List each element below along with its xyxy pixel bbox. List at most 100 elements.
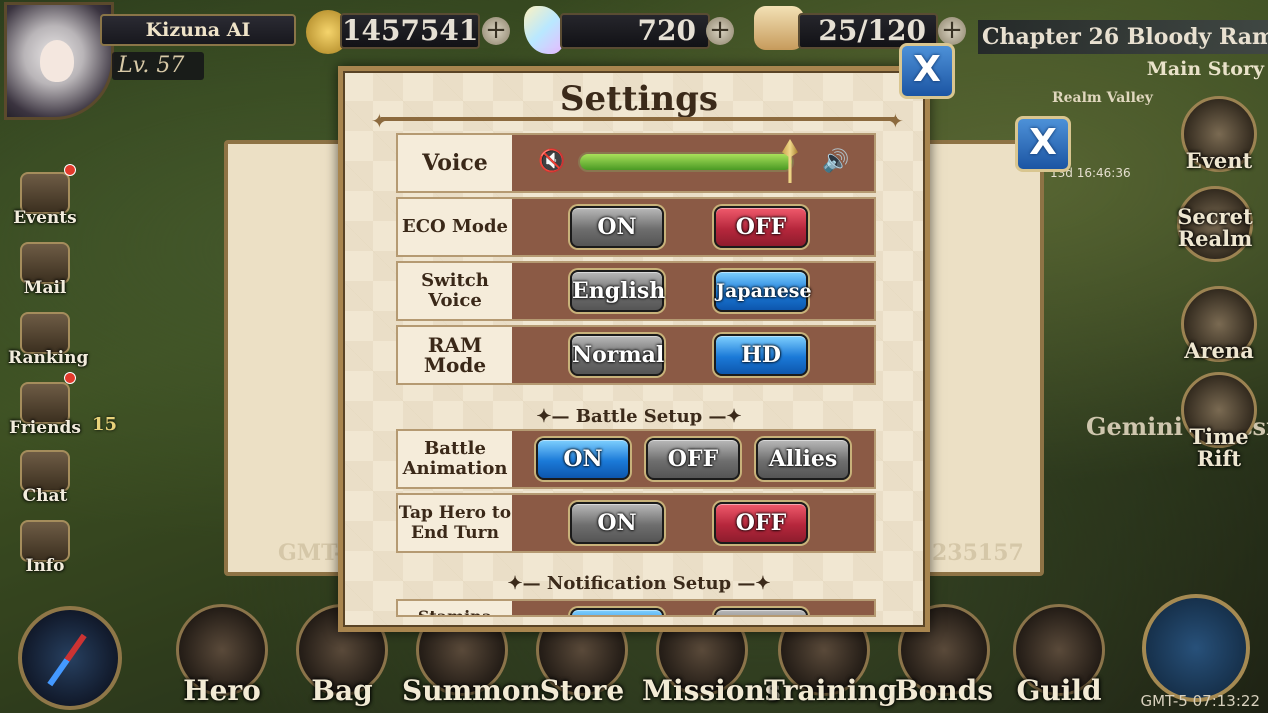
add-gems-button[interactable]: + bbox=[706, 17, 734, 45]
background-close-button[interactable]: X bbox=[1015, 116, 1071, 172]
notification-setup-heading: ✦— Notification Setup —✦ bbox=[343, 573, 935, 594]
friends-notification-dot bbox=[64, 372, 76, 384]
tap-hero-row: Tap Hero to End Turn ON OFF bbox=[396, 493, 876, 553]
settings-dialog: Settings ✦ ✦ Voice 🔇 🔊 ECO Mode ON OFF S… bbox=[338, 66, 930, 632]
ram-mode-label: RAM Mode bbox=[398, 327, 512, 383]
voice-volume-slider[interactable] bbox=[578, 152, 794, 172]
stamina-notification-off-button[interactable] bbox=[714, 608, 808, 615]
speaker-icon[interactable]: 🔊 bbox=[822, 149, 849, 174]
battle-animation-on-button[interactable]: ON bbox=[536, 438, 630, 480]
settings-close-button[interactable]: X bbox=[899, 43, 955, 99]
tap-hero-label: Tap Hero to End Turn bbox=[398, 495, 512, 551]
battle-animation-label-2: Animation bbox=[402, 458, 508, 479]
secret-realm-label-2: Realm bbox=[1177, 226, 1253, 251]
nav-guild-label: Guild bbox=[1016, 674, 1102, 707]
tap-hero-label-1: Tap Hero to bbox=[398, 503, 512, 523]
switch-voice-row: Switch Voice English Japanese bbox=[396, 261, 876, 321]
right-event[interactable]: Event bbox=[1164, 96, 1268, 176]
switch-voice-label-1: Switch bbox=[421, 270, 489, 291]
section-ornament-left-icon: ✦— bbox=[536, 406, 570, 427]
battle-animation-allies-button[interactable]: Allies bbox=[756, 438, 850, 480]
right-secret-realm[interactable]: Secret Realm bbox=[1160, 186, 1268, 266]
ram-normal-button[interactable]: Normal bbox=[570, 334, 664, 376]
eco-mode-label: ECO Mode bbox=[398, 199, 512, 255]
nav-bonds-label: Bonds bbox=[894, 674, 994, 707]
avatar-face bbox=[40, 40, 74, 82]
right-time-rift[interactable]: Time Rift bbox=[1164, 372, 1268, 470]
side-info[interactable]: Info bbox=[8, 520, 82, 588]
right-time-rift-label: Time Rift bbox=[1189, 424, 1249, 471]
nav-hero[interactable]: Hero bbox=[162, 604, 282, 713]
voice-label: Voice bbox=[398, 135, 512, 191]
ram-mode-row: RAM Mode Normal HD bbox=[396, 325, 876, 385]
nav-hero-label: Hero bbox=[183, 674, 261, 707]
title-ornament-right-icon: ✦ bbox=[887, 109, 904, 133]
background-id-label: 235157 bbox=[932, 540, 1024, 566]
battle-animation-label-1: Battle bbox=[424, 438, 486, 459]
side-mail[interactable]: Mail bbox=[8, 242, 82, 310]
battle-animation-row: Battle Animation ON OFF Allies bbox=[396, 429, 876, 489]
realm-valley-label: Realm Valley bbox=[1052, 90, 1153, 106]
right-arena-label: Arena bbox=[1184, 338, 1254, 363]
side-friends[interactable]: Friends bbox=[8, 382, 82, 450]
add-gold-button[interactable]: + bbox=[482, 17, 510, 45]
chapter-title[interactable]: Chapter 26 Bloody Rampart bbox=[978, 20, 1268, 54]
badge-count: 15 bbox=[92, 414, 118, 435]
gmt-clock: GMT-5 07:13:22 bbox=[1140, 692, 1260, 710]
section-ornament-right-icon: —✦ bbox=[737, 573, 771, 594]
battle-animation-off-button[interactable]: OFF bbox=[646, 438, 740, 480]
stamina-notification-label: Stamina bbox=[398, 601, 512, 615]
stamina-notification-row: Stamina bbox=[396, 599, 876, 617]
secret-realm-label-1: Secret bbox=[1177, 204, 1253, 229]
tap-hero-label-2: End Turn bbox=[411, 523, 499, 543]
battle-setup-heading: ✦— Battle Setup —✦ bbox=[343, 406, 935, 427]
title-ornament-left-icon: ✦ bbox=[371, 109, 388, 133]
right-arena[interactable]: Arena bbox=[1164, 286, 1268, 366]
side-ranking-label: Ranking bbox=[8, 348, 89, 368]
nav-missions-label: Missions bbox=[642, 674, 781, 707]
tap-hero-on-button[interactable]: ON bbox=[570, 502, 664, 544]
ram-hd-button[interactable]: HD bbox=[714, 334, 808, 376]
main-story-label: Main Story bbox=[1146, 58, 1264, 80]
nav-guild[interactable]: Guild bbox=[1004, 604, 1114, 713]
mute-speaker-icon[interactable]: 🔇 bbox=[538, 149, 565, 174]
nav-bag-label: Bag bbox=[311, 674, 373, 707]
eco-off-button[interactable]: OFF bbox=[714, 206, 808, 248]
title-divider bbox=[381, 117, 897, 121]
gold-amount: 1457541 bbox=[340, 13, 480, 49]
voice-japanese-button[interactable]: Japanese bbox=[714, 270, 812, 312]
section-ornament-left-icon: ✦— bbox=[507, 573, 541, 594]
side-mail-label: Mail bbox=[23, 278, 67, 298]
switch-voice-label-2: Voice bbox=[428, 290, 482, 311]
settings-title: Settings bbox=[559, 79, 719, 119]
player-name: Kizuna AI bbox=[100, 14, 296, 46]
stamina-notification-on-button[interactable] bbox=[570, 608, 664, 615]
nav-store-label: Store bbox=[539, 674, 625, 707]
section-ornament-right-icon: —✦ bbox=[708, 406, 742, 427]
add-stamina-button[interactable]: + bbox=[938, 17, 966, 45]
nav-training-label: Training bbox=[764, 674, 898, 707]
side-ranking[interactable]: Ranking bbox=[8, 312, 89, 380]
side-events-label: Events bbox=[13, 208, 77, 228]
player-level: Lv. 57 bbox=[112, 52, 204, 80]
eco-on-button[interactable]: ON bbox=[570, 206, 664, 248]
eco-mode-row: ECO Mode ON OFF bbox=[396, 197, 876, 257]
side-events[interactable]: Events bbox=[8, 172, 82, 240]
voice-english-button[interactable]: English bbox=[570, 270, 665, 312]
notification-setup-text: Notification Setup bbox=[546, 573, 732, 594]
voice-row: Voice 🔇 🔊 bbox=[396, 133, 876, 193]
battle-setup-text: Battle Setup bbox=[575, 406, 703, 427]
switch-voice-label: Switch Voice bbox=[398, 263, 512, 319]
side-chat-label: Chat bbox=[22, 486, 68, 506]
gem-amount: 720 bbox=[560, 13, 710, 49]
side-info-label: Info bbox=[25, 556, 65, 576]
side-chat[interactable]: Chat bbox=[8, 450, 82, 518]
side-friends-label: Friends bbox=[9, 418, 81, 438]
events-notification-dot bbox=[64, 164, 76, 176]
nav-summon-label: Summon bbox=[402, 674, 541, 707]
bread-stamina-icon bbox=[754, 6, 804, 50]
crest-menu-button[interactable] bbox=[1142, 594, 1250, 702]
battle-animation-label: Battle Animation bbox=[398, 431, 512, 487]
tap-hero-off-button[interactable]: OFF bbox=[714, 502, 808, 544]
background-gmt-label: GMT- bbox=[278, 540, 344, 566]
